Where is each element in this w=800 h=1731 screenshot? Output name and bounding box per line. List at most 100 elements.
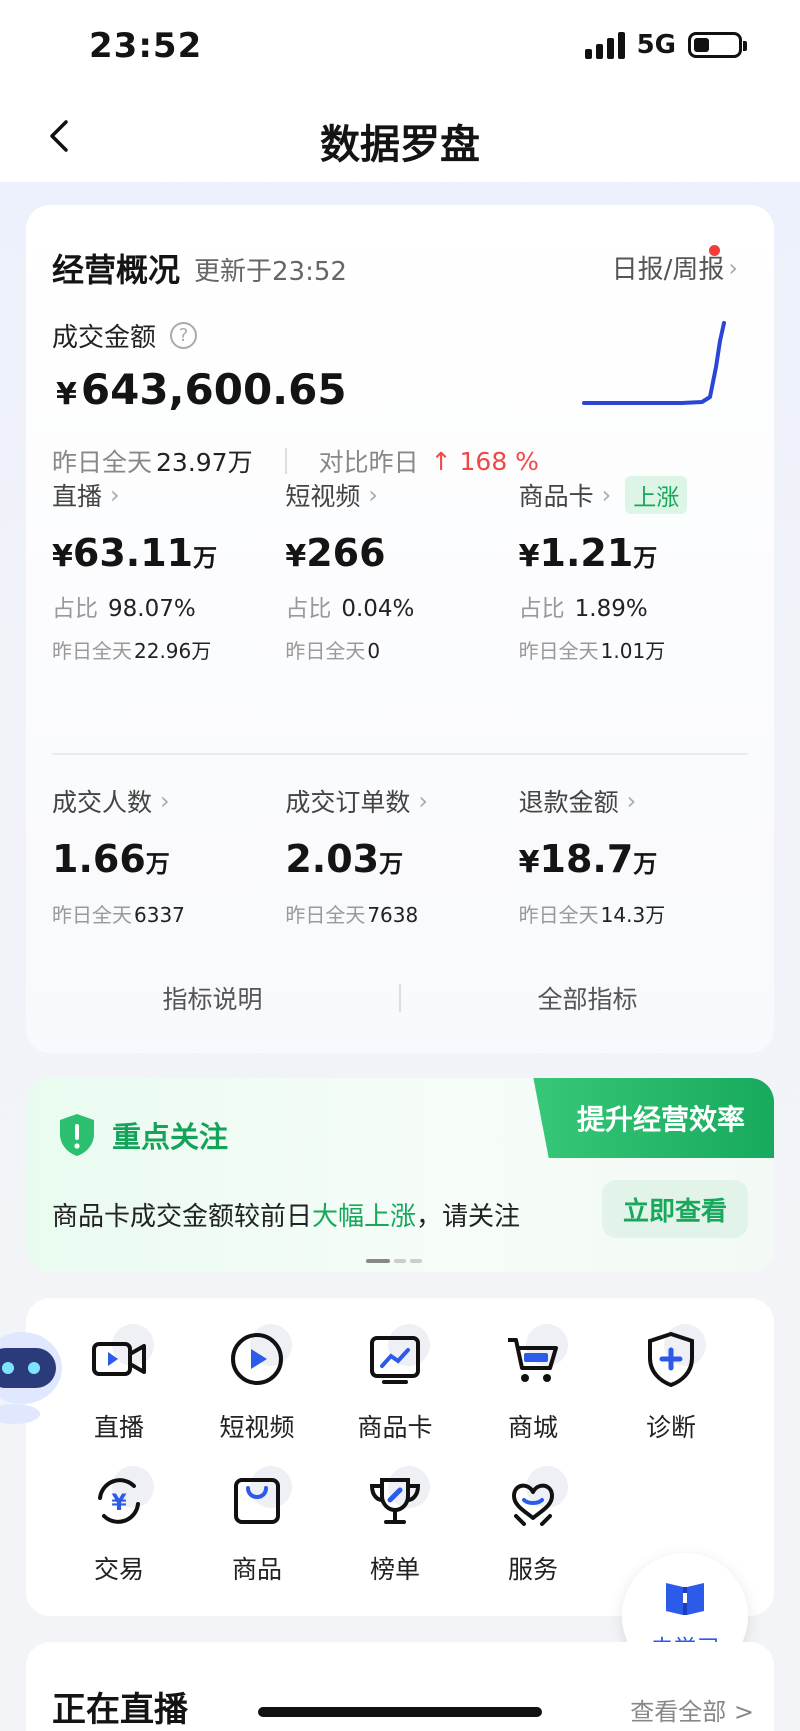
yesterday-value: 23.97万 [156,448,253,477]
play-circle-icon [231,1333,283,1385]
channel-live[interactable]: 直播 › ¥63.11万 占比 98.07% 昨日全天 22.96万 [52,475,285,664]
tool-label: 诊断 [645,1413,696,1442]
divider [52,753,748,755]
view-now-button[interactable]: 立即查看 [602,1180,748,1238]
tool-live[interactable]: 直播 [50,1324,188,1444]
status-bar: 23:52 5G [0,0,800,92]
tool-label: 服务 [507,1555,558,1584]
channel-grid: 直播 › ¥63.11万 占比 98.07% 昨日全天 22.96万 短视频 › ¥26… [52,475,752,664]
gmv-label-row: 成交金额 ? [52,317,198,354]
home-indicator[interactable] [258,1707,542,1717]
yesterday-value: 7638 [367,903,419,927]
tool-short-video[interactable]: 短视频 [188,1324,326,1444]
metric-grid: 成交人数 › 1.66万 昨日全天 6337 成交订单数 › 2.03万 昨日全天 76… [52,781,752,928]
yesterday-value: 14.3万 [600,903,666,927]
metric-buyers[interactable]: 成交人数 › 1.66万 昨日全天 6337 [52,781,285,928]
metric-refund[interactable]: 退款金额 › ¥18.7万 昨日全天 14.3万 [519,781,752,928]
focus-message: 商品卡成交金额较前日大幅上涨，请关注 [52,1196,520,1233]
unit: 万 [193,544,218,572]
tool-label: 商城 [507,1413,558,1442]
network-type: 5G [636,30,676,60]
shield-alert-icon [60,1114,94,1156]
help-icon[interactable]: ? [170,322,198,349]
unit: 万 [145,850,170,878]
view-all-link[interactable]: 查看全部 > [630,1692,754,1727]
divider [284,448,287,474]
tool-label: 短视频 [219,1413,295,1442]
robot-assistant-icon[interactable] [0,1318,64,1428]
tool-products[interactable]: 商品 [188,1466,326,1586]
focus-title: 重点关注 [112,1120,229,1154]
nav-bar: 数据罗盘 [0,92,800,182]
shield-plus-icon [648,1331,694,1388]
chevron-right-icon: › [110,481,120,509]
unit: 万 [633,544,658,572]
channel-label: 商品卡 [518,482,594,511]
chevron-right-icon: › [601,481,612,509]
unit: 万 [379,850,404,878]
metric-orders[interactable]: 成交订单数 › 2.03万 昨日全天 7638 [285,781,518,928]
tool-service[interactable]: 服务 [464,1466,602,1586]
live-section: 正在直播 查看全部 > [26,1642,774,1731]
share-label: 占比 [518,596,565,622]
tool-product-card[interactable]: 商品卡 [326,1324,464,1444]
metric-value: 2.03 [285,837,380,881]
shopping-bag-icon [234,1478,280,1524]
chevron-right-icon: › [626,787,637,815]
tool-label: 商品卡 [357,1413,433,1442]
yesterday-label: 昨日全天 [285,639,366,663]
yesterday-value: 22.96万 [134,639,212,663]
channel-value: 1.21 [539,531,634,575]
yesterday-label: 昨日全天 [52,639,132,663]
gmv-label: 成交金额 [52,323,157,353]
battery-icon [688,32,747,58]
updated-time: 更新于23:52 [194,257,347,287]
overview-links: 指标说明 全部指标 [26,980,774,1016]
share-label: 占比 [52,596,98,622]
overview-title: 经营概况 [52,251,181,289]
chevron-right-icon: › [368,481,378,509]
chart-card-icon [370,1336,420,1384]
compare-change: ↑ 168 % [430,446,539,476]
all-metrics-link[interactable]: 全部指标 [401,980,774,1016]
book-icon [666,1583,704,1615]
overview-card: 经营概况 更新于23:52 日报/周报 › 成交金额 ? ¥643,600.65… [26,205,774,1053]
tool-trade[interactable]: ¥ 交易 [50,1466,188,1586]
chevron-right-icon: › [160,787,170,815]
yuan-exchange-icon: ¥ [98,1478,140,1524]
focus-highlight: 大幅上涨 [312,1202,417,1232]
efficiency-ribbon: 提升经营效率 [533,1078,774,1158]
tool-label: 交易 [93,1555,144,1584]
currency-symbol: ¥ [518,539,540,574]
focus-text-part: 商品卡成交金额较前日 [52,1202,313,1232]
report-link[interactable]: 日报/周报 › [612,249,738,286]
focus-banner[interactable]: 提升经营效率 重点关注 商品卡成交金额较前日大幅上涨，请关注 立即查看 [26,1078,774,1272]
trend-sparkline [582,321,726,405]
tool-diagnosis[interactable]: 诊断 [602,1324,740,1444]
channel-value: 266 [306,531,386,575]
metric-explanation-link[interactable]: 指标说明 [26,980,399,1016]
chevron-right-icon: › [418,787,428,815]
share-value: 1.89% [574,596,648,622]
gmv-amount: 643,600.65 [80,365,347,414]
compare-label: 对比昨日 [318,448,419,477]
signal-icon [584,31,625,59]
tool-ranking[interactable]: 榜单 [326,1466,464,1586]
report-link-label: 日报/周报 [611,255,725,285]
channel-short-video[interactable]: 短视频 › ¥266 占比 0.04% 昨日全天 0 [285,475,518,664]
metric-value: 1.66 [52,837,146,881]
yesterday-label: 昨日全天 [518,639,599,663]
yesterday-value: 6337 [134,903,185,927]
metric-label: 成交人数 [52,788,153,817]
share-value: 0.04% [341,596,415,622]
tool-label: 商品 [231,1555,282,1584]
tool-mall[interactable]: 商城 [464,1324,602,1444]
yesterday-label: 昨日全天 [52,448,153,477]
currency-symbol: ¥ [52,539,73,574]
carousel-dots [366,1259,422,1263]
metric-value: 18.7 [539,837,634,881]
page-title: 数据罗盘 [320,122,480,168]
channel-label: 短视频 [285,482,361,511]
channel-product-card[interactable]: 商品卡 › 上涨 ¥1.21万 占比 1.89% 昨日全天 1.01万 [519,475,752,664]
trophy-icon [369,1478,421,1524]
